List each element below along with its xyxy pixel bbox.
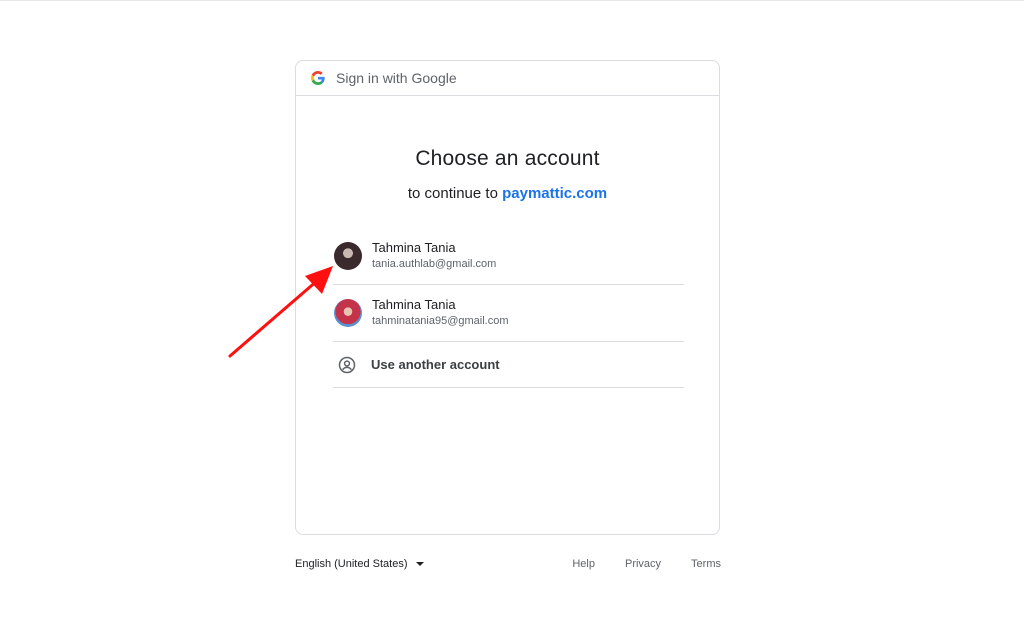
person-circle-icon [333, 351, 361, 379]
card-header: Sign in with Google [296, 61, 719, 96]
google-g-icon [311, 71, 325, 85]
footer: English (United States) Help Privacy Ter… [295, 558, 721, 576]
use-another-account-button[interactable]: Use another account [333, 342, 684, 388]
header-title: Sign in with Google [336, 70, 457, 86]
account-email: tania.authlab@gmail.com [372, 258, 497, 270]
subtitle-prefix: to continue to [407, 185, 498, 202]
account-list: Tahmina Tania tania.authlab@gmail.com Ta… [333, 228, 684, 388]
language-label: English (United States) [295, 558, 408, 570]
account-row-2[interactable]: Tahmina Tania tahminatania95@gmail.com [333, 285, 684, 342]
footer-links: Help Privacy Terms [542, 558, 721, 570]
account-row-1[interactable]: Tahmina Tania tania.authlab@gmail.com [333, 228, 684, 285]
account-name: Tahmina Tania [372, 240, 456, 255]
account-name: Tahmina Tania [372, 297, 456, 312]
top-border [0, 0, 1024, 1]
language-selector[interactable]: English (United States) [295, 558, 424, 570]
caret-down-icon [415, 562, 424, 566]
avatar [334, 299, 362, 327]
avatar [334, 242, 362, 270]
privacy-link[interactable]: Privacy [625, 558, 661, 570]
page-subtitle: to continue to paymattic.com [296, 185, 719, 202]
account-chooser-card: Sign in with Google Choose an account to… [295, 60, 720, 535]
site-link[interactable]: paymattic.com [502, 185, 607, 202]
use-another-account-label: Use another account [371, 357, 500, 372]
page-title: Choose an account [415, 147, 600, 170]
account-email: tahminatania95@gmail.com [372, 315, 509, 327]
help-link[interactable]: Help [572, 558, 595, 570]
terms-link[interactable]: Terms [691, 558, 721, 570]
